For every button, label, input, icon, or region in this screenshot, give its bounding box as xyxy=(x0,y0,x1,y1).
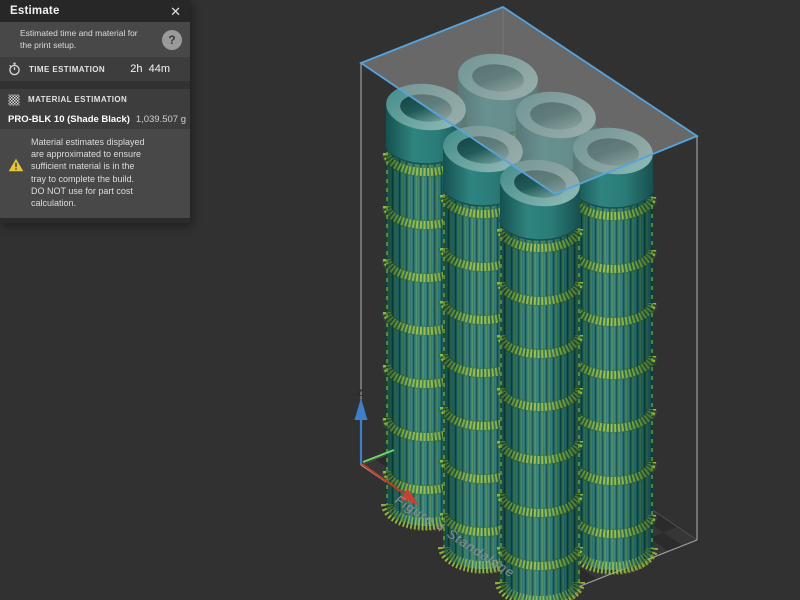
z-axis-label: Z xyxy=(357,388,363,398)
estimate-description-line1: Estimated time and material for xyxy=(20,28,157,40)
warning-text: Material estimates displayed are approxi… xyxy=(31,136,145,209)
close-icon[interactable]: ✕ xyxy=(170,5,181,18)
time-estimation-row: TIME ESTIMATION 2h 44m xyxy=(0,57,190,81)
app-window: Z Y Figure 4 Standalone Estimate ✕ Estim… xyxy=(0,0,800,600)
material-estimation-row: MATERIAL ESTIMATION xyxy=(0,89,190,110)
estimate-description-row: Estimated time and material for the prin… xyxy=(0,22,190,57)
panel-section-divider xyxy=(0,81,190,89)
time-estimation-label: TIME ESTIMATION xyxy=(29,65,105,74)
estimate-panel: Estimate ✕ Estimated time and material f… xyxy=(0,0,190,223)
estimate-description: Estimated time and material for the prin… xyxy=(20,28,157,51)
warning-line: calculation. xyxy=(31,197,145,209)
help-icon[interactable]: ? xyxy=(162,30,182,50)
time-estimation-value: 2h 44m xyxy=(130,63,170,75)
estimate-panel-header: Estimate ✕ xyxy=(0,0,190,22)
panel-title: Estimate xyxy=(10,5,60,17)
material-detail-row: PRO-BLK 10 (Shade Black) 1,039.507 g xyxy=(0,110,190,129)
material-amount: 1,039.507 g xyxy=(136,114,186,125)
warning-line: tray to complete the build. xyxy=(31,173,145,185)
material-name: PRO-BLK 10 (Shade Black) xyxy=(8,114,130,125)
warning-line: are approximated to ensure xyxy=(31,148,145,160)
warning-line: DO NOT use for part cost xyxy=(31,185,145,197)
warning-icon xyxy=(8,158,24,172)
material-estimation-label: MATERIAL ESTIMATION xyxy=(28,95,127,104)
material-warning: Material estimates displayed are approxi… xyxy=(0,129,190,218)
y-axis-label: Y xyxy=(428,433,434,443)
material-grid-icon xyxy=(8,94,20,106)
warning-line: Material estimates displayed xyxy=(31,136,145,148)
panel-footer-bar xyxy=(0,218,190,223)
estimate-description-line2: the print setup. xyxy=(20,40,157,52)
warning-line: sufficient material is in the xyxy=(31,160,145,172)
stopwatch-icon xyxy=(8,62,21,76)
